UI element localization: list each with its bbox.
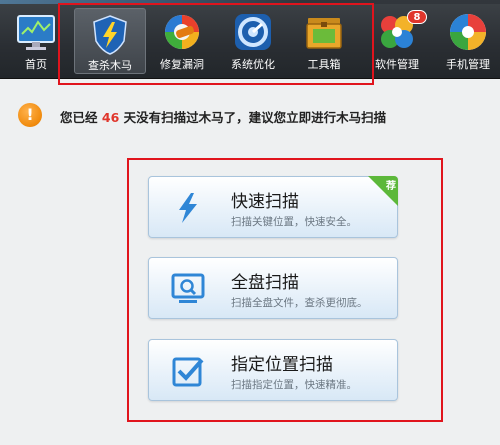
- recommended-flag-label: 荐: [386, 181, 396, 192]
- main-toolbar: 首页 查杀木马 修复漏洞 系统优化 工具箱 8 软件管理 手机管理: [0, 0, 500, 79]
- nav-home-label: 首页: [25, 58, 47, 71]
- nav-repair-vuln[interactable]: 修复漏洞: [146, 6, 218, 76]
- nav-home[interactable]: 首页: [0, 6, 72, 76]
- quick-scan-subtitle: 扫描关键位置，快速安全。: [231, 216, 357, 228]
- custom-location-scan-subtitle: 扫描指定位置，快速精准。: [231, 379, 357, 391]
- reminder-suffix: 天没有扫描过木马了，建议您立即进行木马扫描: [123, 110, 387, 125]
- toolbox-icon: [306, 18, 342, 49]
- shield-lightning-icon: [93, 15, 127, 55]
- custom-location-scan-title: 指定位置扫描: [231, 355, 333, 375]
- full-scan-button[interactable]: 全盘扫描 扫描全盘文件，查杀更彻底。: [148, 257, 398, 319]
- nav-software-manager-label: 软件管理: [375, 58, 419, 71]
- scan-reminder-text: 您已经 46 天没有扫描过木马了，建议您立即进行木马扫描: [60, 107, 386, 126]
- nav-system-optimize[interactable]: 系统优化: [217, 6, 289, 76]
- full-scan-subtitle: 扫描全盘文件，查杀更彻底。: [231, 297, 368, 309]
- full-scan-title: 全盘扫描: [231, 273, 299, 293]
- quick-scan-title: 快速扫描: [231, 192, 299, 212]
- lightning-icon: [179, 193, 197, 223]
- monitor-magnifier-icon: [171, 273, 205, 303]
- nav-software-manager[interactable]: 8 软件管理: [361, 6, 433, 76]
- nav-phone-manager-label: 手机管理: [446, 58, 490, 71]
- days-since-scan: 46: [101, 110, 120, 125]
- phone-swirl-icon: [450, 14, 486, 50]
- custom-location-scan-button[interactable]: 指定位置扫描 扫描指定位置，快速精准。: [148, 339, 398, 401]
- monitor-chart-icon: [17, 15, 55, 50]
- quick-scan-button[interactable]: 快速扫描 扫描关键位置，快速安全。 荐: [148, 176, 398, 238]
- warning-icon: !: [18, 103, 42, 127]
- checkbox-icon: [172, 357, 204, 387]
- repair-ie-icon: [165, 15, 199, 49]
- nav-trojan-scan-label: 查杀木马: [88, 59, 132, 72]
- nav-trojan-scan[interactable]: 查杀木马: [74, 8, 146, 74]
- recommended-flag: 荐: [368, 176, 398, 206]
- nav-system-optimize-label: 系统优化: [231, 58, 275, 71]
- reminder-prefix: 您已经: [60, 110, 98, 125]
- nav-phone-manager[interactable]: 手机管理: [432, 6, 500, 76]
- toolbar-top-edge: [0, 0, 500, 4]
- nav-repair-vuln-label: 修复漏洞: [160, 58, 204, 71]
- speedometer-icon: [235, 14, 271, 50]
- software-update-badge: 8: [407, 10, 427, 24]
- nav-toolbox[interactable]: 工具箱: [288, 6, 360, 76]
- nav-toolbox-label: 工具箱: [307, 58, 341, 71]
